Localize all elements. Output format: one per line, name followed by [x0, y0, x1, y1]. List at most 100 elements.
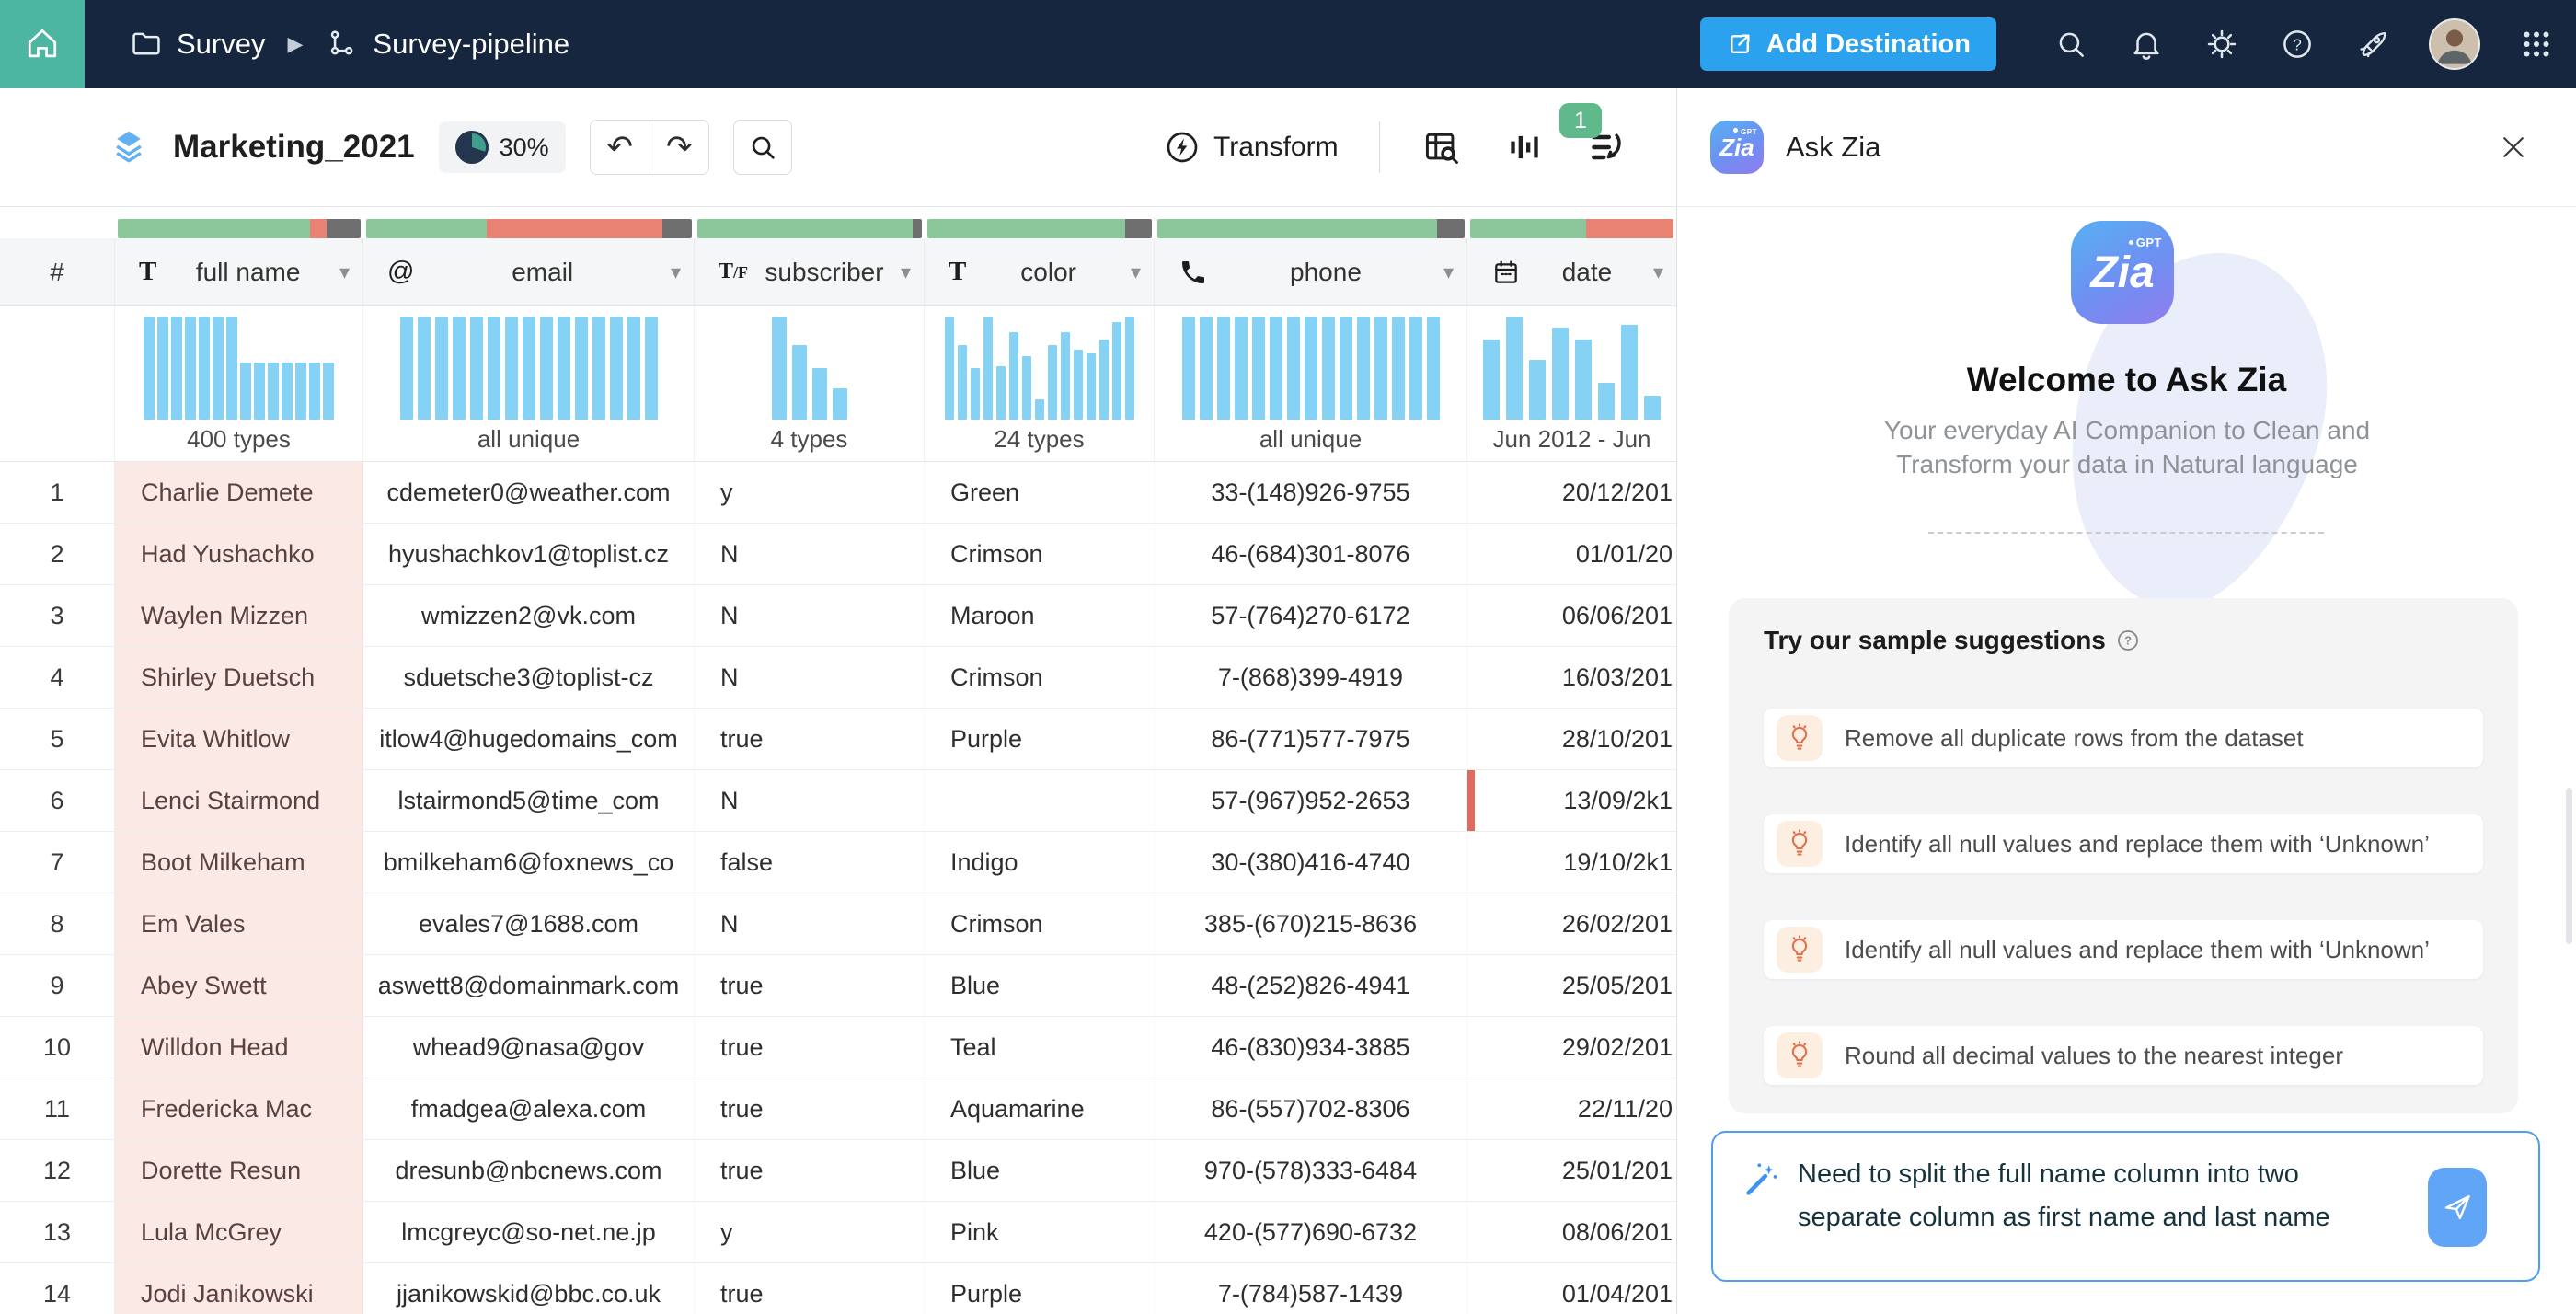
cell-subscriber[interactable]: true: [695, 1017, 925, 1078]
cell-color[interactable]: Blue: [925, 1140, 1155, 1201]
cell-email[interactable]: evales7@1688.com: [363, 893, 695, 954]
cell-date[interactable]: 28/10/201: [1467, 709, 1676, 769]
cell-full_name[interactable]: Willdon Head: [115, 1017, 363, 1078]
cell-date[interactable]: 22/11/20: [1467, 1078, 1676, 1139]
histogram-full_name[interactable]: 400 types: [115, 306, 363, 461]
cell-phone[interactable]: 57-(764)270-6172: [1155, 585, 1467, 646]
cell-color[interactable]: Maroon: [925, 585, 1155, 646]
notifications-bell-icon[interactable]: [2127, 25, 2166, 63]
cell-email[interactable]: sduetsche3@toplist-cz: [363, 647, 695, 708]
cell-subscriber[interactable]: true: [695, 955, 925, 1016]
column-menu-caret-icon[interactable]: ▾: [901, 260, 911, 284]
cell-full_name[interactable]: Charlie Demete: [115, 462, 363, 523]
send-button[interactable]: [2428, 1168, 2487, 1247]
cell-full_name[interactable]: Had Yushachko: [115, 524, 363, 584]
redo-button[interactable]: ↷: [650, 121, 708, 174]
cell-date[interactable]: 26/02/201: [1467, 893, 1676, 954]
cell-full_name[interactable]: Abey Swett: [115, 955, 363, 1016]
column-header-phone[interactable]: phone▾: [1155, 238, 1467, 305]
cell-phone[interactable]: 970-(578)333-6484: [1155, 1140, 1467, 1201]
cell-full_name[interactable]: Fredericka Mac: [115, 1078, 363, 1139]
breadcrumb-pipeline[interactable]: Survey-pipeline: [325, 27, 569, 62]
home-button[interactable]: [0, 0, 85, 88]
undo-button[interactable]: ↶: [591, 121, 650, 174]
cell-color[interactable]: [925, 770, 1155, 831]
histogram-color[interactable]: 24 types: [925, 306, 1155, 461]
cell-full_name[interactable]: Evita Whitlow: [115, 709, 363, 769]
search-data-button[interactable]: [733, 120, 792, 175]
cell-date[interactable]: 20/12/201: [1467, 462, 1676, 523]
cell-date[interactable]: 25/05/201: [1467, 955, 1676, 1016]
suggestion-item[interactable]: Round all decimal values to the nearest …: [1764, 1026, 2483, 1085]
quality-bar-date[interactable]: [1467, 219, 1676, 238]
cell-phone[interactable]: 48-(252)826-4941: [1155, 955, 1467, 1016]
cell-email[interactable]: bmilkeham6@foxnews_co: [363, 832, 695, 893]
cell-date[interactable]: 19/10/2k1: [1467, 832, 1676, 893]
transform-button[interactable]: Transform: [1164, 129, 1339, 166]
cell-full_name[interactable]: Lula McGrey: [115, 1202, 363, 1262]
quality-bar-subscriber[interactable]: [695, 219, 925, 238]
cell-email[interactable]: jjanikowskid@bbc.co.uk: [363, 1263, 695, 1314]
cell-color[interactable]: Indigo: [925, 832, 1155, 893]
cell-phone[interactable]: 33-(148)926-9755: [1155, 462, 1467, 523]
cell-date[interactable]: 16/03/201: [1467, 647, 1676, 708]
suggestion-item[interactable]: Remove all duplicate rows from the datas…: [1764, 709, 2483, 767]
cell-color[interactable]: Crimson: [925, 647, 1155, 708]
whats-new-rocket-icon[interactable]: [2353, 25, 2392, 63]
cell-subscriber[interactable]: N: [695, 524, 925, 584]
cell-subscriber[interactable]: N: [695, 647, 925, 708]
help-icon[interactable]: ?: [2278, 25, 2317, 63]
cell-subscriber[interactable]: true: [695, 1263, 925, 1314]
cell-subscriber[interactable]: N: [695, 770, 925, 831]
cell-phone[interactable]: 46-(830)934-3885: [1155, 1017, 1467, 1078]
cell-date[interactable]: 25/01/201: [1467, 1140, 1676, 1201]
cell-color[interactable]: Purple: [925, 709, 1155, 769]
column-menu-caret-icon[interactable]: ▾: [1443, 260, 1454, 284]
suggestions-help-icon[interactable]: ?: [2115, 628, 2141, 653]
cell-date[interactable]: 01/04/201: [1467, 1263, 1676, 1314]
cell-subscriber[interactable]: N: [695, 585, 925, 646]
cell-subscriber[interactable]: N: [695, 893, 925, 954]
cell-color[interactable]: Teal: [925, 1017, 1155, 1078]
cell-color[interactable]: Pink: [925, 1202, 1155, 1262]
cell-email[interactable]: itlow4@hugedomains_com: [363, 709, 695, 769]
cell-color[interactable]: Crimson: [925, 524, 1155, 584]
cell-subscriber[interactable]: true: [695, 709, 925, 769]
suggestion-item[interactable]: Identify all null values and replace the…: [1764, 814, 2483, 873]
cell-phone[interactable]: 7-(784)587-1439: [1155, 1263, 1467, 1314]
histogram-phone[interactable]: all unique: [1155, 306, 1467, 461]
column-stats-icon[interactable]: [1503, 126, 1546, 168]
histogram-date[interactable]: Jun 2012 - Jun: [1467, 306, 1676, 461]
cell-full_name[interactable]: Shirley Duetsch: [115, 647, 363, 708]
cell-color[interactable]: Blue: [925, 955, 1155, 1016]
close-icon[interactable]: [2491, 125, 2536, 169]
quality-bar-full_name[interactable]: [115, 219, 363, 238]
histogram-email[interactable]: all unique: [363, 306, 695, 461]
cell-color[interactable]: Purple: [925, 1263, 1155, 1314]
cell-email[interactable]: whead9@nasa@gov: [363, 1017, 695, 1078]
quality-bar-email[interactable]: [363, 219, 695, 238]
column-menu-caret-icon[interactable]: ▾: [671, 260, 681, 284]
suggestion-item[interactable]: Identify all null values and replace the…: [1764, 920, 2483, 979]
cell-email[interactable]: fmadgea@alexa.com: [363, 1078, 695, 1139]
column-header-subscriber[interactable]: T/Fsubscriber▾: [695, 238, 925, 305]
histogram-subscriber[interactable]: 4 types: [695, 306, 925, 461]
quality-bar-phone[interactable]: [1155, 219, 1467, 238]
column-menu-caret-icon[interactable]: ▾: [1653, 260, 1663, 284]
user-avatar[interactable]: [2429, 18, 2480, 70]
cell-subscriber[interactable]: true: [695, 1140, 925, 1201]
cell-subscriber[interactable]: y: [695, 462, 925, 523]
data-quality-progress[interactable]: 30%: [439, 121, 566, 173]
column-header-email[interactable]: @email▾: [363, 238, 695, 305]
cell-full_name[interactable]: Waylen Mizzen: [115, 585, 363, 646]
data-preview-icon[interactable]: [1420, 126, 1463, 168]
cell-full_name[interactable]: Dorette Resun: [115, 1140, 363, 1201]
cell-date[interactable]: 13/09/2k1: [1467, 770, 1676, 831]
cell-color[interactable]: Green: [925, 462, 1155, 523]
quality-bar-color[interactable]: [925, 219, 1155, 238]
cell-email[interactable]: lstairmond5@time_com: [363, 770, 695, 831]
cell-phone[interactable]: 57-(967)952-2653: [1155, 770, 1467, 831]
cell-email[interactable]: wmizzen2@vk.com: [363, 585, 695, 646]
cell-email[interactable]: lmcgreyc@so-net.ne.jp: [363, 1202, 695, 1262]
ask-zia-input[interactable]: Need to split the full name column into …: [1711, 1131, 2540, 1282]
